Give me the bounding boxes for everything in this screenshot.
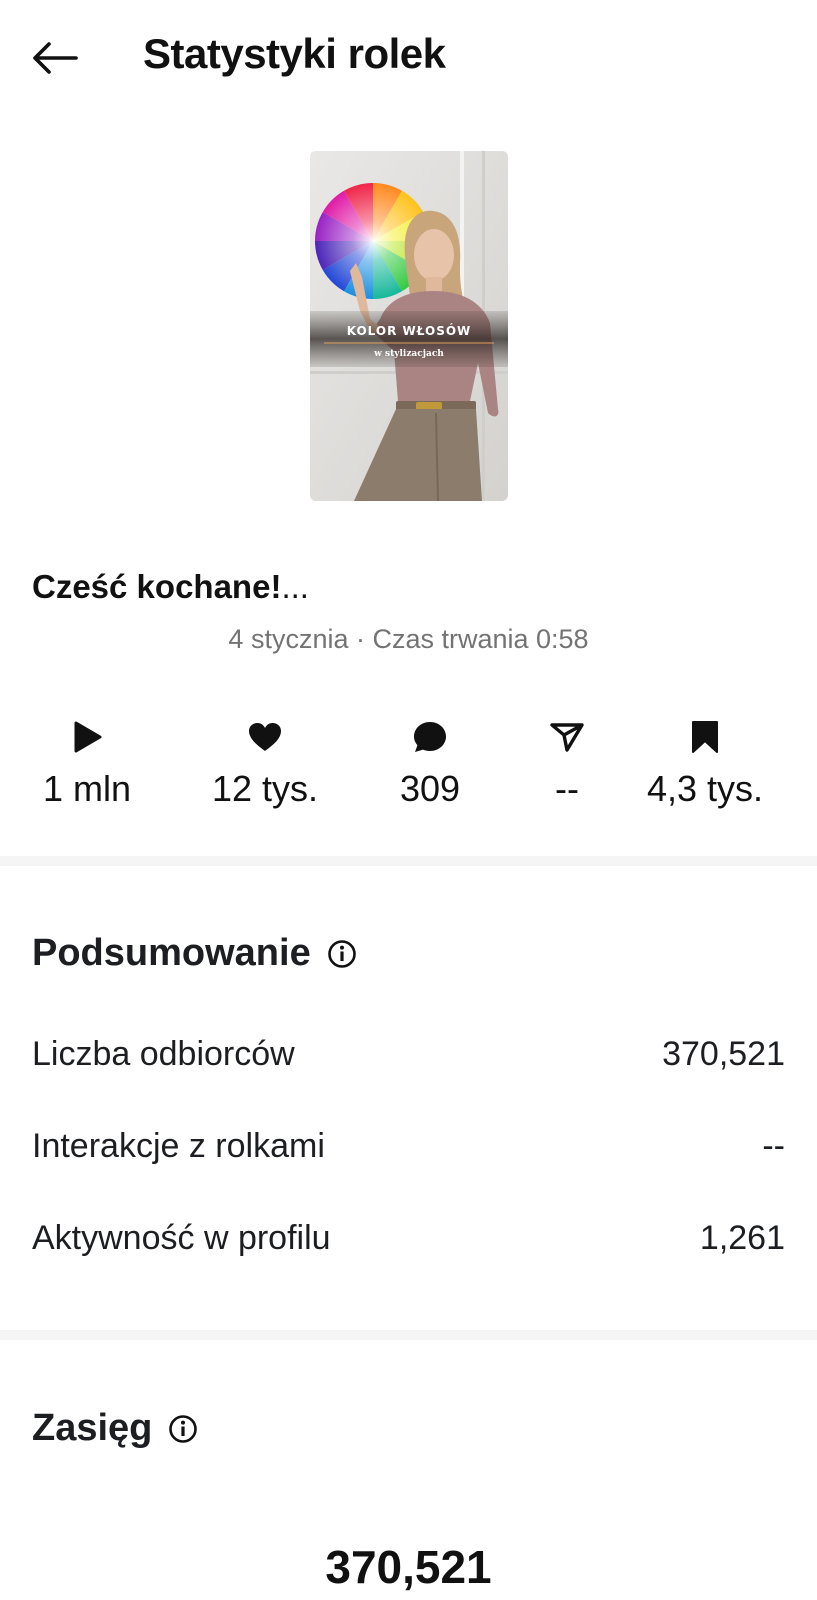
row-label: Liczba odbiorców [32, 1034, 295, 1073]
comment-icon [414, 722, 446, 752]
summary-section-title: Podsumowanie [32, 932, 357, 975]
reel-overlay-title: KOLOR WŁOSÓW [347, 323, 472, 338]
heart-icon [249, 723, 281, 751]
arrow-left-icon [33, 42, 78, 74]
bookmark-icon [692, 721, 718, 753]
reel-insights-screen: Statystyki rolek KOLOR WŁOSÓW w stylizac… [0, 0, 817, 1600]
row-value: 370,521 [662, 1034, 785, 1073]
share-icon [550, 723, 584, 752]
row-value: -- [762, 1126, 785, 1165]
summary-row-accounts-reached: Liczba odbiorców 370,521 [32, 1029, 785, 1079]
back-button[interactable] [28, 36, 80, 80]
stat-plays: 1 mln [2, 718, 172, 810]
stat-value: 12 tys. [211, 768, 319, 809]
caption-ellipsis: ... [281, 568, 309, 605]
section-separator [0, 856, 817, 866]
stat-value: 1 mln [42, 768, 132, 809]
reel-meta: 4 stycznia · Czas trwania 0:58 [228, 624, 589, 654]
engagement-stats: 1 mln 12 tys. 309 -- 4,3 tys. [0, 718, 817, 818]
play-icon [74, 721, 102, 753]
summary-title: Podsumowanie [32, 932, 311, 974]
reel-thumbnail-image: KOLOR WŁOSÓW w stylizacjach [310, 151, 508, 501]
header: Statystyki rolek [0, 0, 817, 115]
row-label: Interakcje z rolkami [32, 1126, 325, 1165]
stat-likes: 12 tys. [180, 718, 350, 810]
row-label: Aktywność w profilu [32, 1218, 331, 1257]
stat-value: 4,3 tys. [646, 768, 764, 809]
caption-text: Cześć kochane! [32, 568, 282, 605]
reach-total-value: 370,521 [325, 1541, 492, 1593]
row-value: 1,261 [699, 1218, 785, 1257]
reach-title: Zasięg [32, 1407, 153, 1449]
stat-saves: 4,3 tys. [620, 718, 790, 810]
summary-row-reel-interactions: Interakcje z rolkami -- [32, 1121, 785, 1171]
info-icon[interactable] [168, 1414, 198, 1444]
reel-caption[interactable]: Cześć kochane!... [32, 568, 309, 606]
reach-section-title: Zasięg [32, 1407, 198, 1450]
reel-overlay-subtitle: w stylizacjach [373, 349, 444, 359]
info-icon[interactable] [327, 939, 357, 969]
summary-row-profile-activity: Aktywność w profilu 1,261 [32, 1213, 785, 1263]
reel-thumbnail[interactable]: KOLOR WŁOSÓW w stylizacjach [310, 151, 508, 501]
page-title: Statystyki rolek [143, 30, 446, 77]
section-separator [0, 1330, 817, 1340]
